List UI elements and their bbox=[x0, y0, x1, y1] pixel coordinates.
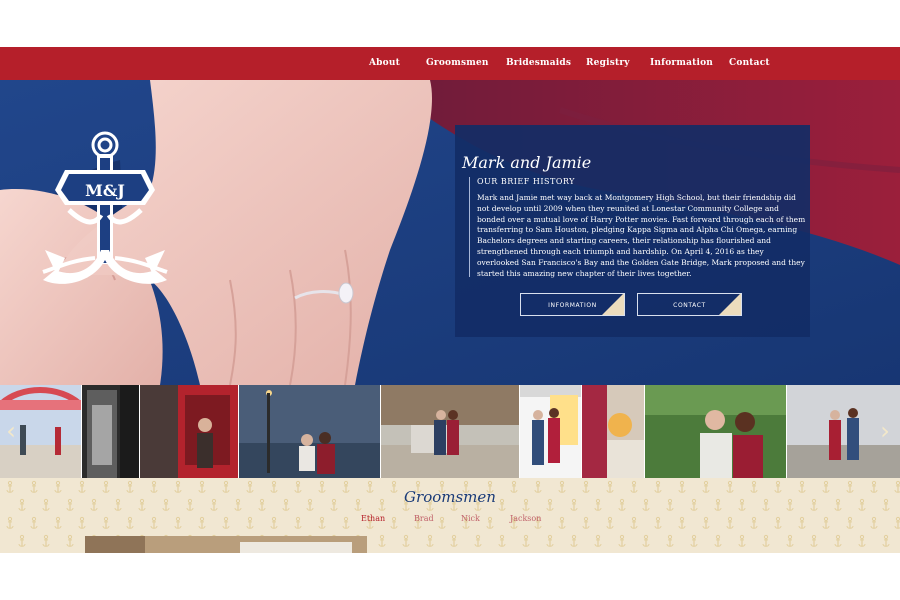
anchor-pattern-icon bbox=[102, 516, 110, 529]
anchor-pattern-icon bbox=[78, 516, 86, 529]
anchor-pattern-icon bbox=[870, 516, 878, 529]
anchor-pattern-icon bbox=[30, 516, 38, 529]
groomsman-tab-jackson[interactable]: Jackson bbox=[510, 514, 541, 523]
anchor-pattern-icon bbox=[450, 534, 458, 547]
hero-section: M&J Mark and Jamie OUR BRIEF HISTORY Mar… bbox=[0, 80, 900, 385]
information-button-label: INFORMATION bbox=[548, 302, 597, 309]
anchor-pattern-icon bbox=[786, 534, 794, 547]
anchor-pattern-icon bbox=[342, 516, 350, 529]
anchor-pattern-icon bbox=[666, 534, 674, 547]
anchor-pattern-icon bbox=[714, 534, 722, 547]
story-divider bbox=[469, 177, 470, 277]
anchor-pattern-icon bbox=[174, 516, 182, 529]
story-body-text: Mark and Jamie met way back at Montgomer… bbox=[477, 193, 806, 278]
anchor-pattern-icon bbox=[798, 516, 806, 529]
nav-item-information[interactable]: Information bbox=[650, 58, 713, 68]
anchor-pattern-icon bbox=[774, 516, 782, 529]
anchor-pattern-icon bbox=[846, 516, 854, 529]
anchor-pattern-icon bbox=[498, 534, 506, 547]
gallery-photo-7[interactable] bbox=[582, 385, 644, 478]
anchor-pattern-icon bbox=[690, 534, 698, 547]
logo-monogram: M&J bbox=[85, 181, 125, 200]
anchor-pattern-icon bbox=[486, 516, 494, 529]
anchor-pattern-icon bbox=[222, 516, 230, 529]
anchor-pattern-icon bbox=[522, 534, 530, 547]
anchor-pattern-icon bbox=[150, 516, 158, 529]
gallery-photo-2[interactable] bbox=[82, 385, 139, 478]
anchor-pattern-icon bbox=[594, 534, 602, 547]
gallery-photo-8[interactable] bbox=[645, 385, 786, 478]
story-card: Mark and Jamie OUR BRIEF HISTORY Mark an… bbox=[455, 125, 810, 337]
gallery-next-icon[interactable]: › bbox=[878, 417, 892, 445]
anchor-pattern-icon bbox=[558, 516, 566, 529]
anchor-pattern-icon bbox=[198, 516, 206, 529]
anchor-pattern-icon bbox=[618, 534, 626, 547]
anchor-pattern-icon bbox=[546, 534, 554, 547]
groomsman-tab-ethan[interactable]: Ethan bbox=[361, 514, 385, 523]
anchor-pattern-icon bbox=[66, 534, 74, 547]
anchor-pattern-icon bbox=[678, 516, 686, 529]
anchor-pattern-icon bbox=[246, 516, 254, 529]
anchor-pattern-icon bbox=[390, 516, 398, 529]
anchor-pattern-icon bbox=[474, 534, 482, 547]
anchor-pattern-icon bbox=[726, 516, 734, 529]
story-subtitle: OUR BRIEF HISTORY bbox=[477, 177, 575, 186]
anchor-pattern-icon bbox=[762, 534, 770, 547]
groomsman-photo-highlight bbox=[240, 542, 352, 553]
contact-button-label: CONTACT bbox=[673, 302, 706, 309]
groomsmen-title: Groomsmen bbox=[404, 488, 496, 506]
anchor-pattern-icon bbox=[582, 516, 590, 529]
story-title: Mark and Jamie bbox=[462, 153, 592, 172]
anchor-pattern-icon bbox=[42, 534, 50, 547]
anchor-pattern-icon bbox=[882, 534, 890, 547]
anchor-pattern-icon bbox=[270, 516, 278, 529]
anchor-pattern-icon bbox=[6, 516, 14, 529]
nav-item-about[interactable]: About bbox=[369, 58, 400, 68]
anchor-pattern-icon bbox=[402, 534, 410, 547]
nav-item-bridesmaids[interactable]: Bridesmaids bbox=[506, 58, 571, 68]
anchor-pattern-icon bbox=[702, 516, 710, 529]
gallery-photo-6[interactable] bbox=[520, 385, 581, 478]
button-corner-decoration bbox=[602, 294, 624, 315]
anchor-pattern-icon bbox=[750, 516, 758, 529]
anchor-pattern-icon bbox=[834, 534, 842, 547]
nav-item-contact[interactable]: Contact bbox=[729, 58, 770, 68]
anchor-pattern-icon bbox=[426, 534, 434, 547]
anchor-pattern-icon bbox=[294, 516, 302, 529]
information-button[interactable]: INFORMATION bbox=[520, 293, 625, 316]
anchor-pattern-icon bbox=[318, 516, 326, 529]
groomsman-photo bbox=[85, 536, 367, 553]
nav-item-groomsmen[interactable]: Groomsmen bbox=[426, 58, 489, 68]
anchor-pattern-icon bbox=[858, 534, 866, 547]
groomsman-photo-shadow bbox=[85, 536, 145, 553]
photo-gallery-strip: ‹ › bbox=[0, 385, 900, 478]
anchor-pattern-icon bbox=[54, 516, 62, 529]
anchor-pattern-icon bbox=[606, 516, 614, 529]
anchor-pattern-icon bbox=[630, 516, 638, 529]
anchor-pattern-icon bbox=[642, 534, 650, 547]
contact-button[interactable]: CONTACT bbox=[637, 293, 742, 316]
anchor-pattern-icon bbox=[18, 534, 26, 547]
button-corner-decoration bbox=[719, 294, 741, 315]
anchor-pattern-icon bbox=[894, 516, 900, 529]
groomsman-tab-brad[interactable]: Brad bbox=[414, 514, 434, 523]
anchor-logo-icon[interactable]: M&J bbox=[35, 130, 175, 290]
gallery-photo-3[interactable] bbox=[140, 385, 238, 478]
groomsman-tab-nick[interactable]: Nick bbox=[461, 514, 480, 523]
gallery-prev-icon[interactable]: ‹ bbox=[4, 417, 18, 445]
anchor-pattern-icon bbox=[738, 534, 746, 547]
anchor-pattern-icon bbox=[438, 516, 446, 529]
nav-item-registry[interactable]: Registry bbox=[586, 58, 630, 68]
anchor-pattern-icon bbox=[822, 516, 830, 529]
anchor-pattern-icon bbox=[378, 534, 386, 547]
anchor-pattern-icon bbox=[570, 534, 578, 547]
anchor-pattern-icon bbox=[654, 516, 662, 529]
top-nav-bar: About Groomsmen Bridesmaids Registry Inf… bbox=[0, 47, 900, 80]
anchor-pattern-icon bbox=[810, 534, 818, 547]
anchor-pattern-icon bbox=[126, 516, 134, 529]
gallery-photo-5[interactable] bbox=[381, 385, 519, 478]
gallery-photo-4[interactable] bbox=[239, 385, 380, 478]
